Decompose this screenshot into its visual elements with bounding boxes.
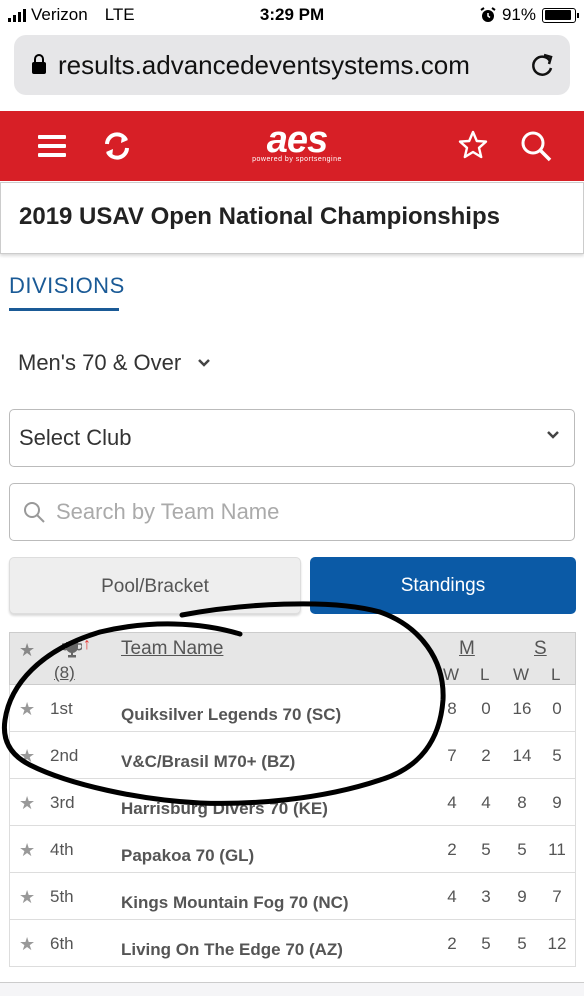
matches-won: 4 bbox=[447, 887, 457, 906]
search-icon bbox=[24, 502, 45, 523]
sets-lost: 12 bbox=[547, 934, 567, 953]
team-name[interactable]: Kings Mountain Fog 70 (NC) bbox=[121, 893, 349, 913]
hand-drawn-circle-annotation bbox=[1, 601, 446, 806]
chevron-down-icon bbox=[198, 359, 211, 367]
battery-icon bbox=[542, 7, 579, 23]
favorite-star-icon[interactable]: ★ bbox=[19, 840, 35, 861]
aes-logo[interactable]: aes powered by sportsengine bbox=[242, 121, 352, 163]
address-bar[interactable]: results.advancedeventsystems.com bbox=[14, 35, 570, 95]
app-header: aes powered by sportsengine bbox=[0, 111, 584, 181]
sets-won: 5 bbox=[517, 840, 527, 859]
matches-lost: 5 bbox=[481, 934, 491, 953]
table-row[interactable]: ★ 6th Living On The Edge 70 (AZ) 2 5 5 1… bbox=[9, 920, 576, 967]
table-row[interactable]: ★ 5th Kings Mountain Fog 70 (NC) 4 3 9 7 bbox=[9, 873, 576, 920]
sets-won: 9 bbox=[517, 887, 527, 906]
team-name[interactable]: Living On The Edge 70 (AZ) bbox=[121, 940, 343, 960]
matches-won: 2 bbox=[447, 840, 457, 859]
matches-lost: 3 bbox=[481, 887, 491, 906]
matches-won: 2 bbox=[447, 934, 457, 953]
menu-icon[interactable] bbox=[38, 135, 66, 157]
sets-lost: 11 bbox=[548, 840, 566, 859]
alarm-icon bbox=[480, 7, 496, 22]
rank: 4th bbox=[50, 840, 74, 859]
active-tab-underline bbox=[9, 308, 119, 311]
status-right: 91% bbox=[480, 5, 579, 25]
page-title: 2019 USAV Open National Championships bbox=[19, 203, 500, 230]
sets-lost: 7 bbox=[552, 887, 562, 906]
chevron-down-icon bbox=[547, 431, 559, 439]
status-bar: Verizon LTE 3:29 PM 91% bbox=[0, 0, 584, 30]
search-icon[interactable] bbox=[519, 129, 553, 163]
team-search-input[interactable]: Search by Team Name bbox=[9, 483, 575, 541]
event-title-box: 2019 USAV Open National Championships bbox=[0, 182, 584, 254]
favorite-star-icon[interactable]: ★ bbox=[19, 934, 35, 955]
sets-won: 5 bbox=[517, 934, 527, 953]
matches-lost: 5 bbox=[481, 840, 491, 859]
club-select[interactable]: Select Club bbox=[9, 409, 575, 467]
browser-toolbar bbox=[0, 982, 584, 996]
club-select-value: Select Club bbox=[19, 425, 132, 450]
favorite-star-icon[interactable]: ★ bbox=[19, 887, 35, 908]
lock-icon bbox=[32, 54, 46, 74]
battery-percent: 91% bbox=[501, 5, 536, 24]
favorite-star-icon[interactable] bbox=[457, 129, 489, 161]
rank: 6th bbox=[50, 934, 74, 953]
search-placeholder: Search by Team Name bbox=[56, 499, 280, 524]
tab-divisions[interactable]: DIVISIONS bbox=[9, 273, 125, 299]
division-selected-value: Men's 70 & Over bbox=[18, 350, 182, 375]
reload-icon[interactable] bbox=[530, 52, 556, 78]
division-dropdown[interactable]: Men's 70 & Over bbox=[18, 350, 211, 376]
refresh-icon[interactable] bbox=[102, 131, 132, 161]
table-row[interactable]: ★ 4th Papakoa 70 (GL) 2 5 5 11 bbox=[9, 826, 576, 873]
team-name[interactable]: Papakoa 70 (GL) bbox=[121, 846, 254, 866]
url-text[interactable]: results.advancedeventsystems.com bbox=[58, 50, 530, 81]
rank: 5th bbox=[50, 887, 74, 906]
